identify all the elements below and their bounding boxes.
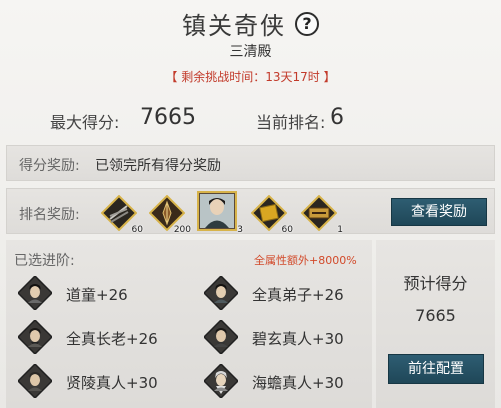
max-score-value: 7665 xyxy=(140,105,196,130)
rank-reward-label: 排名奖励: xyxy=(19,207,80,223)
portrait-icon xyxy=(204,276,238,310)
reward-item-hero[interactable]: 3 xyxy=(197,191,243,235)
attribute-bonus: 全属性额外+8000% xyxy=(254,254,357,267)
forecast-label: 预计得分 xyxy=(403,274,468,293)
member-name: 全真弟子+26 xyxy=(252,286,344,304)
member-name: 海蟾真人+30 xyxy=(252,374,344,392)
member-name: 道童+26 xyxy=(66,286,128,304)
stats-row: 最大得分: 7665 当前排名: 6 xyxy=(0,104,501,132)
help-icon[interactable]: ? xyxy=(295,11,320,36)
score-reward-label: 得分奖励: xyxy=(19,158,80,174)
time-remaining: 【 剩余挑战时间：13天17时 】 xyxy=(165,70,336,84)
member-name: 碧玄真人+30 xyxy=(252,330,344,348)
go-config-button[interactable]: 前往配置 xyxy=(388,354,484,384)
portrait-icon xyxy=(204,320,238,354)
member-item[interactable]: 贤陵真人+30 xyxy=(18,364,188,400)
stage-name: 三清殿 xyxy=(229,44,272,60)
reward-count: 200 xyxy=(173,225,191,235)
member-item[interactable]: 道童+26 xyxy=(18,276,188,312)
reward-item-token[interactable]: 200 xyxy=(149,195,191,235)
member-item[interactable]: 碧玄真人+30 xyxy=(204,320,369,356)
reward-item-book[interactable]: 60 xyxy=(251,195,293,235)
portrait-icon xyxy=(18,276,52,310)
title-row: 镇关奇侠 ? xyxy=(0,6,501,40)
member-name: 全真长老+26 xyxy=(66,330,158,348)
scroll-plaque-icon xyxy=(301,195,337,231)
rank-reward-panel: 排名奖励: 60 200 3 60 1 查看奖励 xyxy=(6,188,495,235)
reward-count: 60 xyxy=(281,225,293,235)
advancement-panel: 已选进阶: 全属性额外+8000% 道童+26 全真弟子+26 全真长老+26 … xyxy=(6,240,372,408)
current-rank-value: 6 xyxy=(330,105,344,130)
portrait-icon xyxy=(204,364,238,398)
forecast-panel: 预计得分 7665 前往配置 xyxy=(376,240,495,408)
member-item[interactable]: 全真弟子+26 xyxy=(204,276,369,312)
page-title: 镇关奇侠 xyxy=(181,12,286,40)
reward-count: 1 xyxy=(337,225,343,235)
score-reward-panel: 得分奖励: 已领完所有得分奖励 xyxy=(6,145,495,181)
member-item[interactable]: 全真长老+26 xyxy=(18,320,188,356)
hero-portrait-icon xyxy=(197,191,237,231)
max-score-label: 最大得分: xyxy=(50,113,120,132)
member-item[interactable]: 海蟾真人+30 xyxy=(204,364,369,400)
view-rewards-button[interactable]: 查看奖励 xyxy=(391,198,487,226)
member-name: 贤陵真人+30 xyxy=(66,374,158,392)
current-rank-label: 当前排名: xyxy=(256,113,326,132)
forecast-value: 7665 xyxy=(415,306,456,325)
reward-count: 60 xyxy=(131,225,143,235)
advancement-label: 已选进阶: xyxy=(14,253,75,269)
score-reward-text: 已领完所有得分奖励 xyxy=(95,158,221,174)
reward-count: 3 xyxy=(237,225,243,235)
reward-item-arrows[interactable]: 60 xyxy=(101,195,143,235)
reward-item-plaque[interactable]: 1 xyxy=(301,195,343,235)
portrait-icon xyxy=(18,364,52,398)
portrait-icon xyxy=(18,320,52,354)
